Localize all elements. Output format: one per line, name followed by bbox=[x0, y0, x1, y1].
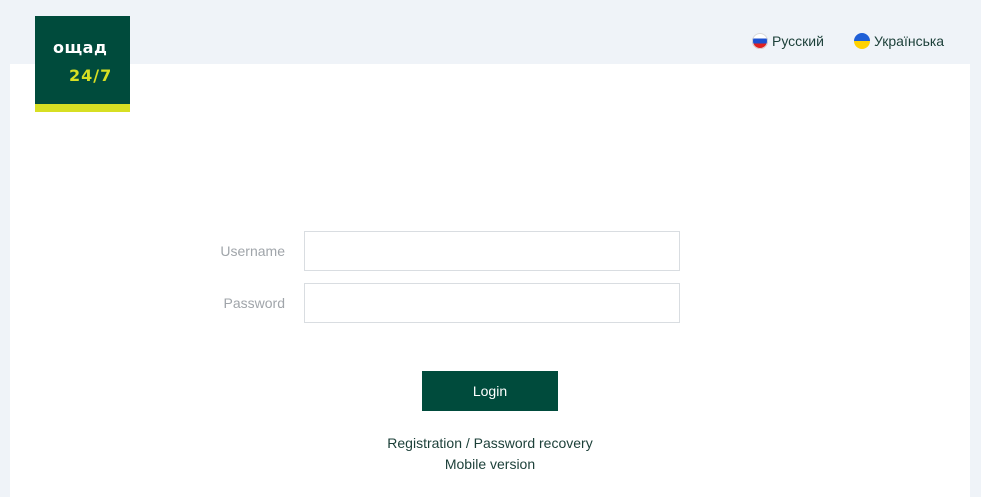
link-separator: / bbox=[465, 435, 470, 451]
registration-recovery-row: Registration / Password recovery bbox=[290, 433, 690, 454]
logo-wordmark: ощад bbox=[53, 38, 108, 57]
russia-flag-icon bbox=[752, 33, 768, 49]
language-ukrainian-link[interactable]: Українська bbox=[854, 33, 944, 49]
language-ukrainian-label: Українська bbox=[874, 33, 945, 49]
password-recovery-link[interactable]: Password recovery bbox=[474, 435, 593, 451]
logo-hours: 24/7 bbox=[69, 66, 113, 85]
registration-link[interactable]: Registration bbox=[387, 435, 462, 451]
oschad-logo[interactable]: ощад 24/7 bbox=[35, 16, 130, 112]
ukraine-flag-icon bbox=[854, 33, 870, 49]
password-label: Password bbox=[223, 295, 285, 311]
language-russian-label: Русский bbox=[772, 33, 824, 49]
username-label: Username bbox=[220, 243, 285, 259]
mobile-version-link[interactable]: Mobile version bbox=[445, 456, 535, 472]
auth-links: Registration / Password recovery Mobile … bbox=[290, 433, 690, 475]
login-button[interactable]: Login bbox=[422, 371, 558, 411]
username-input[interactable] bbox=[304, 231, 680, 271]
language-russian-link[interactable]: Русский bbox=[752, 33, 824, 49]
password-input[interactable] bbox=[304, 283, 680, 323]
